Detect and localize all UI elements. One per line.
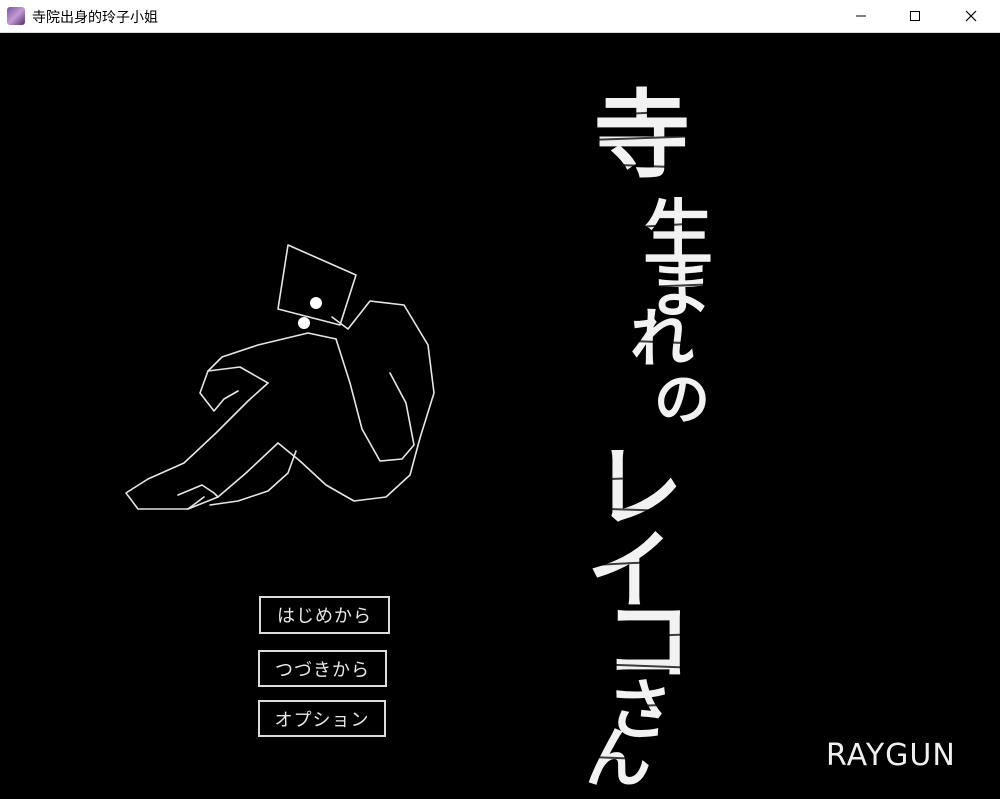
close-icon xyxy=(965,10,977,22)
logo-character: れ xyxy=(630,303,694,377)
options-button[interactable]: オプション xyxy=(258,700,386,737)
logo-character: の xyxy=(654,368,710,433)
developer-logo: RAYGUN xyxy=(826,738,956,773)
logo-character: ん xyxy=(585,720,651,797)
logo-character: 寺 xyxy=(594,80,690,192)
minimize-button[interactable] xyxy=(838,0,884,32)
new-game-button[interactable]: はじめから xyxy=(259,596,390,634)
window-title: 寺院出身的玲子小姐 xyxy=(32,10,158,26)
close-button[interactable] xyxy=(948,0,994,32)
figure-eye-left xyxy=(298,317,310,329)
figure-eye-right xyxy=(310,297,322,309)
sitting-figure-illustration xyxy=(125,244,435,510)
logo-character: レ xyxy=(593,435,683,540)
game-screen: 寺 生 ま れ の レ イ コ さ ん はじめから つづきから オプション RA… xyxy=(0,33,1000,799)
window-titlebar: 寺院出身的玲子小姐 xyxy=(0,0,1000,33)
maximize-button[interactable] xyxy=(892,0,938,32)
minimize-icon xyxy=(856,15,866,17)
game-logo: 寺 生 ま れ の レ イ コ さ ん xyxy=(560,80,740,792)
app-icon xyxy=(7,7,25,25)
maximize-icon xyxy=(910,11,920,21)
continue-button[interactable]: つづきから xyxy=(258,650,387,687)
